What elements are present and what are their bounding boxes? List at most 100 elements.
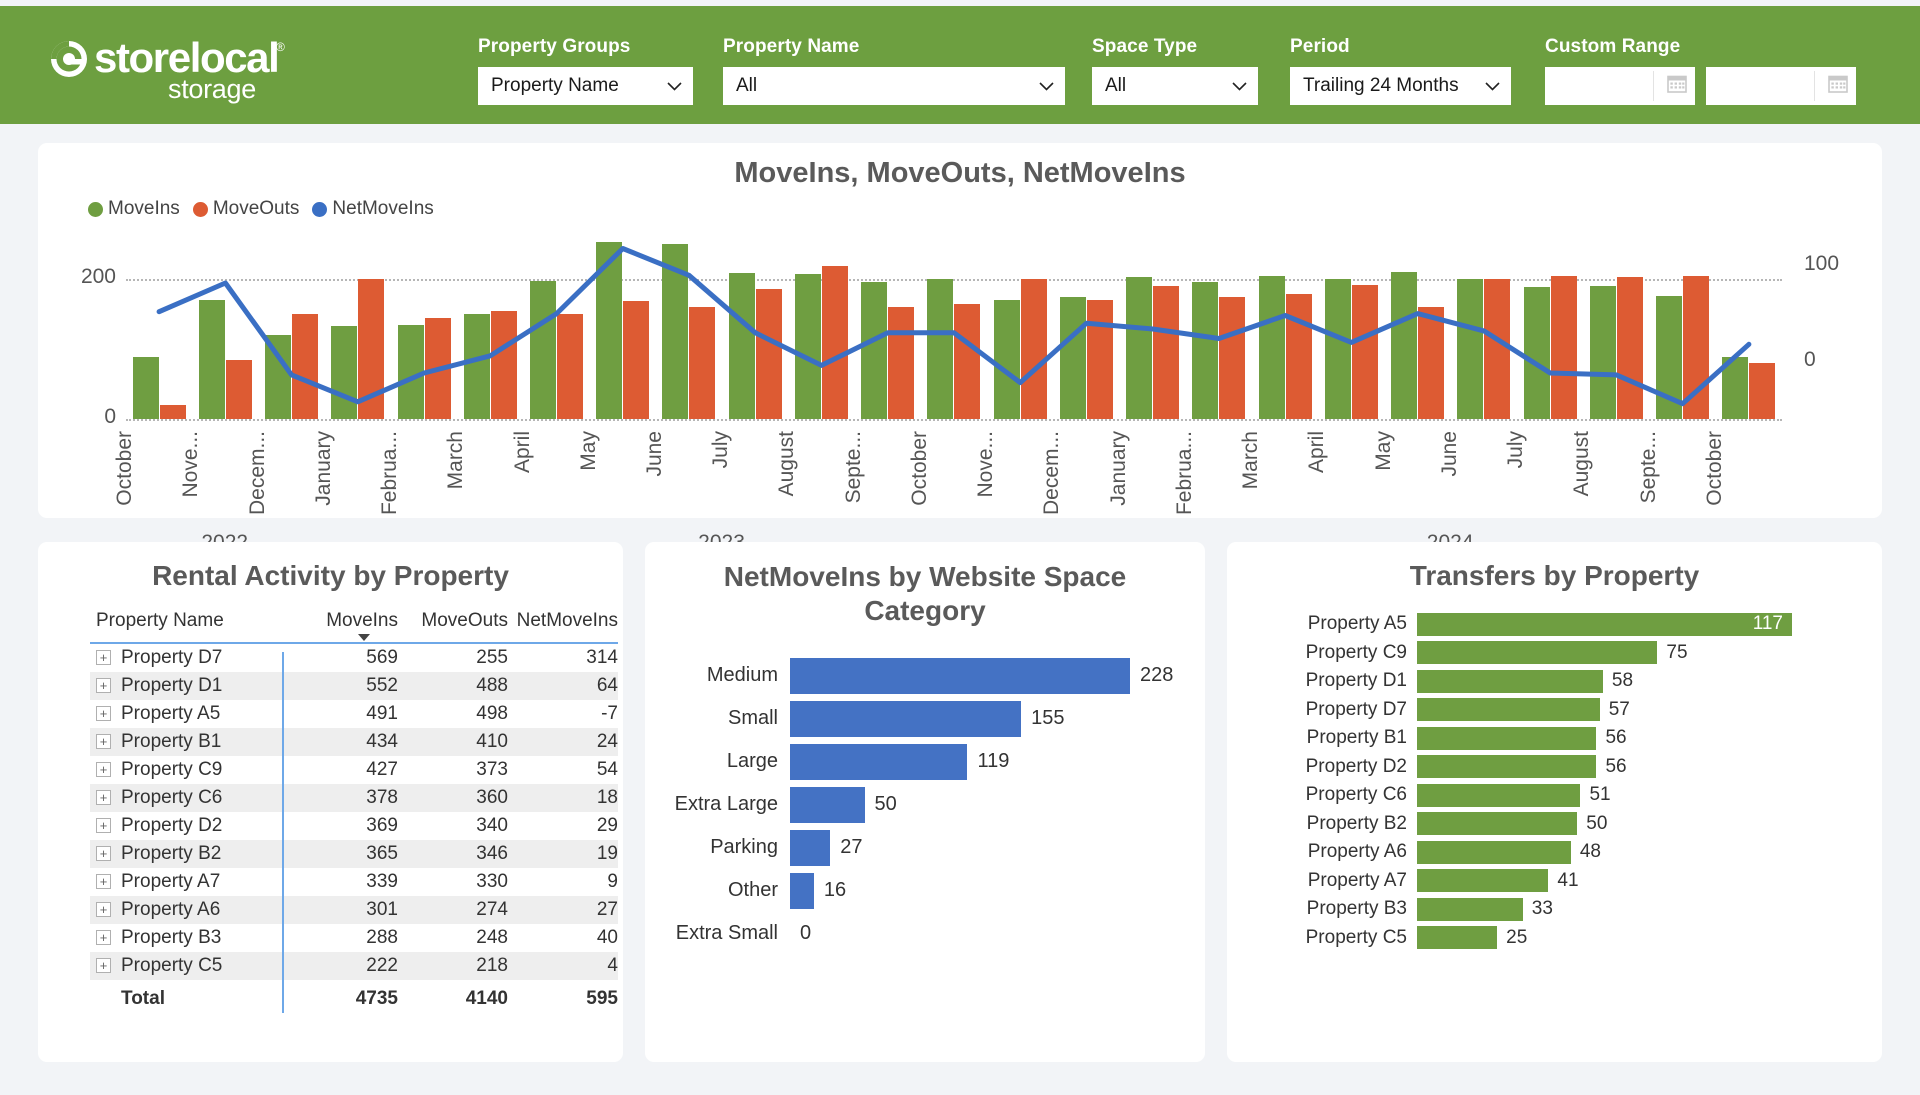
cell-property-name[interactable]: + Property D7 <box>90 643 288 672</box>
bar[interactable] <box>790 872 814 909</box>
bar-row[interactable]: Property D2 56 <box>1227 753 1882 782</box>
table-row[interactable]: + Property C9 427 373 54 <box>90 756 618 784</box>
bar-row[interactable]: Property D7 57 <box>1227 696 1882 725</box>
legend-dot-moveouts <box>192 201 208 217</box>
property-name-select[interactable]: All <box>723 67 1065 105</box>
expand-row-icon[interactable]: + <box>96 930 111 945</box>
table-row[interactable]: + Property D1 552 488 64 <box>90 672 618 700</box>
column-header-property-name[interactable]: Property Name <box>90 606 288 644</box>
bar-value-label: 119 <box>977 750 1010 772</box>
table-row[interactable]: + Property C5 222 218 4 <box>90 952 618 980</box>
table-row[interactable]: + Property B2 365 346 19 <box>90 840 618 868</box>
bar-row[interactable]: Medium 228 <box>645 654 1205 697</box>
column-header-moveins[interactable]: MoveIns <box>288 606 398 644</box>
expand-row-icon[interactable]: + <box>96 818 111 833</box>
legend-item-moveins[interactable]: MoveIns <box>88 198 180 220</box>
bar[interactable] <box>790 657 1130 694</box>
table-row[interactable]: + Property A5 491 498 -7 <box>90 700 618 728</box>
bar[interactable] <box>790 743 968 780</box>
bar[interactable] <box>790 786 865 823</box>
expand-row-icon[interactable]: + <box>96 762 111 777</box>
bar-row[interactable]: Property B2 50 <box>1227 810 1882 839</box>
cell-property-name[interactable]: + Property D1 <box>90 672 288 700</box>
bar[interactable] <box>1417 840 1571 864</box>
transfers-by-property-card: Transfers by Property Property A5 117 Prop… <box>1227 542 1882 1062</box>
bar[interactable] <box>1417 726 1597 750</box>
cell-property-name[interactable]: + Property C9 <box>90 756 288 784</box>
bar[interactable] <box>1417 869 1549 893</box>
table-row[interactable]: + Property D2 369 340 29 <box>90 812 618 840</box>
bar-row[interactable]: Property A7 41 <box>1227 867 1882 896</box>
cell-property-name[interactable]: + Property A6 <box>90 896 288 924</box>
bar-row[interactable]: Extra Small 0 <box>645 912 1205 955</box>
expand-row-icon[interactable]: + <box>96 958 111 973</box>
bar-row[interactable]: Small 155 <box>645 697 1205 740</box>
period-select[interactable]: Trailing 24 Months <box>1290 67 1511 105</box>
bar-row[interactable]: Large 119 <box>645 740 1205 783</box>
bar-row[interactable]: Property A6 48 <box>1227 838 1882 867</box>
custom-range-end-input[interactable] <box>1706 67 1856 105</box>
bar-row[interactable]: Property C9 75 <box>1227 639 1882 668</box>
bar[interactable] <box>1417 812 1578 836</box>
cell-property-name[interactable]: + Property B2 <box>90 840 288 868</box>
table-row[interactable]: + Property B1 434 410 24 <box>90 728 618 756</box>
cell-property-name[interactable]: + Property D2 <box>90 812 288 840</box>
legend-item-netmoveins[interactable]: NetMoveIns <box>312 198 434 220</box>
bar-category-label: Parking <box>710 836 778 858</box>
bar-row[interactable]: Parking 27 <box>645 826 1205 869</box>
expand-row-icon[interactable]: + <box>96 650 111 665</box>
column-header-netmoveins[interactable]: NetMoveIns <box>508 606 618 644</box>
column-header-moveouts[interactable]: MoveOuts <box>398 606 508 644</box>
bar-row[interactable]: Property C6 51 <box>1227 781 1882 810</box>
x-axis-tick-label: October <box>907 431 931 506</box>
bar-value-label: 0 <box>800 922 812 944</box>
bar-row[interactable]: Property D1 58 <box>1227 667 1882 696</box>
legend-item-moveouts[interactable]: MoveOuts <box>192 198 299 220</box>
bar[interactable] <box>1417 669 1603 693</box>
expand-row-icon[interactable]: + <box>96 902 111 917</box>
expand-row-icon[interactable]: + <box>96 790 111 805</box>
bar[interactable] <box>1417 698 1600 722</box>
cell-property-name[interactable]: + Property C6 <box>90 784 288 812</box>
table-row[interactable]: + Property B3 288 248 40 <box>90 924 618 952</box>
space-type-select[interactable]: All <box>1092 67 1258 105</box>
cell-property-name[interactable]: + Property A7 <box>90 868 288 896</box>
bar-track: 50 <box>790 786 1205 823</box>
expand-row-icon[interactable]: + <box>96 678 111 693</box>
cell-property-name[interactable]: + Property C5 <box>90 952 288 980</box>
cell-property-name[interactable]: + Property A5 <box>90 700 288 728</box>
bar[interactable] <box>790 829 831 866</box>
expand-row-icon[interactable]: + <box>96 706 111 721</box>
bar-row[interactable]: Property B3 33 <box>1227 895 1882 924</box>
calendar-icon[interactable] <box>1828 74 1848 98</box>
table-row[interactable]: + Property C6 378 360 18 <box>90 784 618 812</box>
calendar-icon[interactable] <box>1667 74 1687 98</box>
custom-range-start-input[interactable] <box>1545 67 1695 105</box>
bar-row[interactable]: Property C5 25 <box>1227 924 1882 953</box>
cell-property-name[interactable]: + Property B3 <box>90 924 288 952</box>
cell-netmoveins: 40 <box>596 927 618 948</box>
table-row[interactable]: + Property A7 339 330 9 <box>90 868 618 896</box>
expand-row-icon[interactable]: + <box>96 846 111 861</box>
bar-row[interactable]: Other 16 <box>645 869 1205 912</box>
combo-chart-x-axis: October Nove... Decem... January Februa... Ma… <box>113 431 1782 523</box>
bar[interactable] <box>1417 641 1658 665</box>
bar-track: 119 <box>790 743 1205 780</box>
bar[interactable] <box>1417 926 1498 950</box>
table-row[interactable]: + Property D7 569 255 314 <box>90 643 618 672</box>
expand-row-icon[interactable]: + <box>96 734 111 749</box>
table-row[interactable]: + Property A6 301 274 27 <box>90 896 618 924</box>
bar-row[interactable]: Property B1 56 <box>1227 724 1882 753</box>
bar[interactable]: 117 <box>1417 612 1792 636</box>
cell-moveouts: 340 <box>476 815 508 836</box>
property-groups-select[interactable]: Property Name <box>478 67 693 105</box>
bar-row[interactable]: Extra Large 50 <box>645 783 1205 826</box>
cell-property-name[interactable]: + Property B1 <box>90 728 288 756</box>
bar[interactable] <box>1417 783 1581 807</box>
expand-row-icon[interactable]: + <box>96 874 111 889</box>
cell-netmoveins: 18 <box>596 787 618 808</box>
bar[interactable] <box>1417 755 1597 779</box>
bar[interactable] <box>790 700 1022 737</box>
bar-row[interactable]: Property A5 117 <box>1227 610 1882 639</box>
bar[interactable] <box>1417 897 1523 921</box>
